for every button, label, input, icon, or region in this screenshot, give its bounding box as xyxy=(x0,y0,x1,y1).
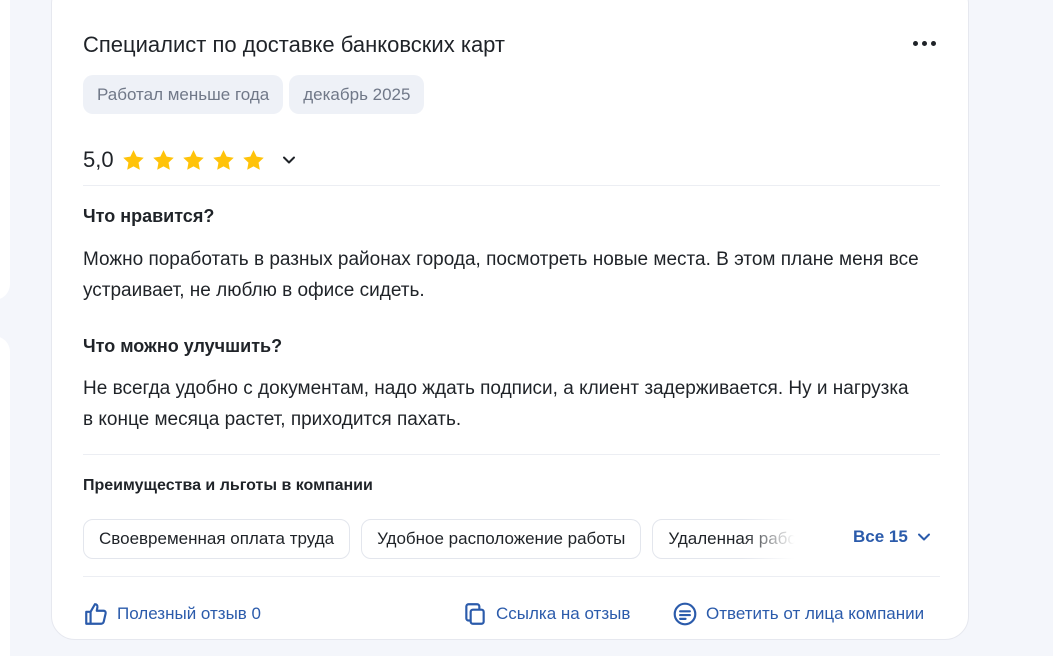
review-tags: Работал меньше года декабрь 2025 xyxy=(83,75,425,114)
star-icon xyxy=(242,149,264,170)
benefit-chip: Удобное расположение работы xyxy=(361,519,642,559)
rating-stars xyxy=(120,147,267,174)
more-options-button[interactable] xyxy=(908,31,940,55)
rating-details-toggle[interactable] xyxy=(277,148,301,172)
left-panel xyxy=(0,0,10,300)
company-reply-button[interactable]: Ответить от лица компании xyxy=(672,601,924,627)
star-icon xyxy=(182,149,204,170)
benefits-title: Преимущества и льготы в компании xyxy=(83,477,373,494)
helpful-review-button[interactable]: Полезный отзыв 0 xyxy=(83,601,261,627)
benefit-chip: Удаленная работа xyxy=(652,519,808,559)
star-icon xyxy=(212,149,234,170)
message-icon xyxy=(673,602,697,626)
benefits-list: Своевременная оплата труда Удобное распо… xyxy=(83,519,808,559)
star-icon xyxy=(152,149,174,170)
chevron-down-icon xyxy=(282,156,295,164)
likes-text: Можно поработать в разных районах города… xyxy=(83,249,919,301)
helpful-review-label: Полезный отзыв 0 xyxy=(117,604,262,623)
rating-row: 5,0 xyxy=(83,143,301,177)
likes-title: Что нравится? xyxy=(83,206,215,226)
chevron-down-icon xyxy=(917,533,930,541)
more-horizontal-icon xyxy=(912,40,918,46)
divider xyxy=(83,454,940,455)
rating-value: 5,0 xyxy=(83,147,114,172)
show-all-benefits-label: Все 15 xyxy=(853,527,908,546)
company-reply-label: Ответить от лица компании xyxy=(706,604,925,623)
left-panel xyxy=(0,336,10,656)
tag-employment-duration: Работал меньше года xyxy=(83,75,284,114)
tag-review-date: декабрь 2025 xyxy=(289,75,425,114)
show-all-benefits-button[interactable]: Все 15 xyxy=(853,527,932,547)
thumbs-up-icon xyxy=(85,603,107,625)
improve-text: Не всегда удобно с документам, надо ждат… xyxy=(83,378,909,430)
star-icon xyxy=(122,149,144,170)
review-link-button[interactable]: Ссылка на отзыв xyxy=(462,601,630,627)
review-link-label: Ссылка на отзыв xyxy=(496,604,631,623)
benefit-chip: Своевременная оплата труда xyxy=(83,519,351,559)
divider xyxy=(83,185,940,186)
review-title: Специалист по доставке банковских карт xyxy=(83,32,506,57)
copy-icon xyxy=(465,603,485,625)
review-actions: Полезный отзыв 0 Ссылка на отзыв Ответит… xyxy=(52,601,970,631)
review-card: Специалист по доставке банковских карт Р… xyxy=(51,0,969,640)
improve-title: Что можно улучшить? xyxy=(83,336,283,356)
divider xyxy=(83,576,940,577)
